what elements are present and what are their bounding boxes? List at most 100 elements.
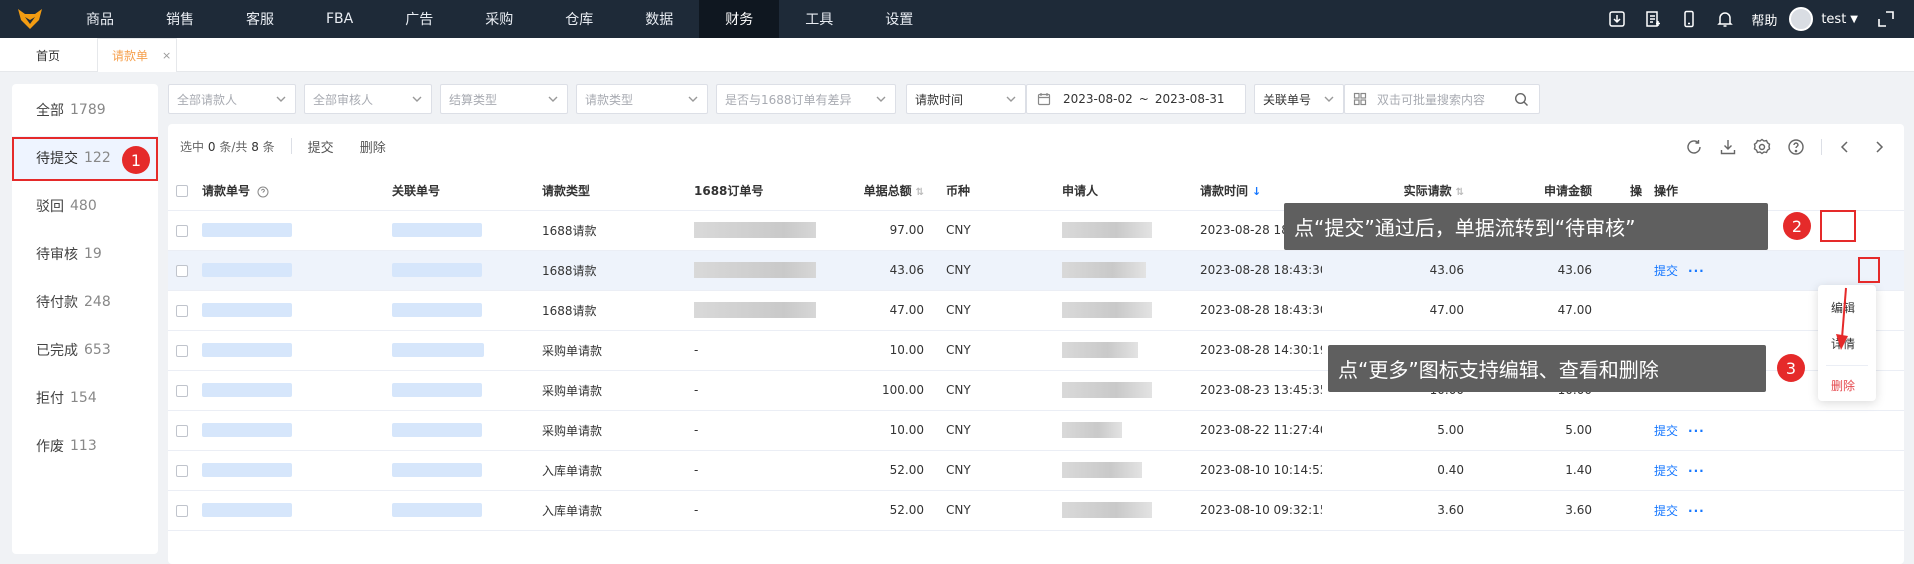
redacted-ref-no[interactable] [392,223,482,238]
redacted-ref-no[interactable] [392,423,482,438]
row-checkbox[interactable] [176,384,188,397]
search-icon[interactable] [1514,92,1529,107]
nav-item-warehouse[interactable]: 仓库 [539,0,619,38]
table-row[interactable]: 入库单请款 - 52.00 CNY 2023-08-10 10:14:52 0.40 1.4… [168,450,1904,491]
chevron-down-icon[interactable]: ▼ [1850,14,1858,25]
help-link[interactable]: 帮助 [1751,10,1777,29]
sidebar-item-refused[interactable]: 拒付 154 [12,376,158,420]
sort-icon[interactable]: ⇅ [1456,187,1464,198]
bell-icon[interactable] [1715,9,1735,29]
redacted-request-no[interactable] [202,263,292,278]
request-no-cell[interactable] [194,450,384,491]
requester-select[interactable]: 全部请款人 [168,84,296,114]
approver-select[interactable]: 全部审核人 [304,84,432,114]
more-dots-icon[interactable]: ··· [1688,264,1705,278]
submit-link[interactable]: 提交 [1654,264,1678,278]
logo-fox-icon[interactable] [0,0,60,38]
request-type-select[interactable]: 请款类型 [576,84,708,114]
select-all-checkbox[interactable] [176,185,188,198]
redacted-ref-no[interactable] [392,263,482,278]
question-icon[interactable] [257,186,269,198]
ref-no-cell[interactable] [384,490,534,531]
row-checkbox[interactable] [176,344,188,357]
redacted-request-no[interactable] [202,423,292,438]
more-dots-icon[interactable]: ··· [1688,464,1705,478]
nav-item-ads[interactable]: 广告 [379,0,459,38]
redacted-ref-no[interactable] [392,463,482,478]
sidebar-item-rejected[interactable]: 驳回 480 [12,184,158,228]
row-checkbox[interactable] [176,424,188,437]
redacted-ref-no[interactable] [392,503,482,518]
nav-item-settings[interactable]: 设置 [859,0,939,38]
nav-item-tools[interactable]: 工具 [779,0,859,38]
submit-link[interactable]: 提交 [1654,464,1678,478]
more-dots-icon[interactable]: ··· [1688,424,1705,438]
sidebar-item-void[interactable]: 作废 113 [12,424,158,468]
close-icon[interactable]: × [162,49,171,62]
ref-no-cell[interactable] [384,450,534,491]
diff-1688-select[interactable]: 是否与1688订单有差异 [716,84,896,114]
redacted-ref-no[interactable] [392,383,482,398]
refresh-icon[interactable] [1683,136,1705,158]
date-range-picker[interactable]: 2023-08-02 ~ 2023-08-31 [1026,84,1246,114]
redacted-ref-no[interactable] [392,303,482,318]
sidebar-item-pending-review[interactable]: 待审核 19 [12,232,158,276]
table-row[interactable]: 入库单请款 -52.00 CNY 2023-08-10 09:32:15 3.60 3.6… [168,490,1904,531]
request-no-cell[interactable] [194,290,384,331]
settlement-type-select[interactable]: 结算类型 [440,84,568,114]
search-input[interactable]: 双击可批量搜索内容 [1344,84,1540,114]
row-checkbox[interactable] [176,264,188,277]
row-checkbox[interactable] [176,464,188,477]
ref-no-cell[interactable] [384,250,534,291]
tab-home[interactable]: 首页 [36,38,86,72]
fullscreen-icon[interactable] [1876,9,1896,29]
table-row[interactable]: 采购单请款 -10.00 CNY 2023-08-22 11:27:40 5.00 5.0… [168,410,1904,451]
menu-item-delete[interactable]: 删除 [1831,377,1855,394]
submit-link[interactable]: 提交 [1654,504,1678,518]
ref-no-cell[interactable] [384,210,534,251]
row-checkbox[interactable] [176,304,188,317]
sort-desc-icon[interactable]: ↓ [1252,185,1261,198]
settings-icon[interactable] [1751,136,1773,158]
request-no-cell[interactable] [194,490,384,531]
row-checkbox[interactable] [176,224,188,237]
sidebar-item-completed[interactable]: 已完成 653 [12,328,158,372]
redacted-request-no[interactable] [202,383,292,398]
batch-delete-button[interactable]: 删除 [360,137,386,156]
col-total[interactable]: 单据总额 ⇅ [816,172,932,211]
sidebar-item-pending-payment[interactable]: 待付款 248 [12,280,158,324]
nav-item-service[interactable]: 客服 [220,0,300,38]
nav-item-finance[interactable]: 财务 [699,0,780,38]
ref-no-cell[interactable] [384,370,534,411]
chevron-left-icon[interactable] [1834,136,1856,158]
redacted-request-no[interactable] [202,463,292,478]
batch-grid-icon[interactable] [1353,92,1367,106]
nav-item-fba[interactable]: FBA [300,0,379,38]
redacted-ref-no[interactable] [392,343,484,358]
export-icon[interactable] [1717,136,1739,158]
chevron-right-icon[interactable] [1868,136,1890,158]
redacted-request-no[interactable] [202,303,292,318]
batch-submit-button[interactable]: 提交 [308,137,334,156]
sort-icon[interactable]: ⇅ [916,187,924,198]
row-checkbox[interactable] [176,504,188,517]
nav-item-sales[interactable]: 销售 [140,0,220,38]
redacted-request-no[interactable] [202,503,292,518]
avatar[interactable] [1789,7,1814,31]
ref-no-cell[interactable] [384,410,534,451]
ref-no-cell[interactable] [384,330,534,371]
nav-item-products[interactable]: 商品 [60,0,140,38]
more-dots-icon[interactable]: ··· [1688,504,1705,518]
request-no-cell[interactable] [194,330,384,371]
redacted-request-no[interactable] [202,223,292,238]
username[interactable]: test [1821,12,1846,27]
sidebar-item-all[interactable]: 全部 1789 [12,88,158,132]
tab-payment-request[interactable]: 请款单 × [97,38,177,72]
task-list-icon[interactable] [1643,9,1663,29]
submit-link[interactable]: 提交 [1654,424,1678,438]
help-icon[interactable] [1785,136,1807,158]
redacted-request-no[interactable] [202,343,292,358]
mobile-icon[interactable] [1679,9,1699,29]
ref-no-cell[interactable] [384,290,534,331]
table-row[interactable]: 1688请款 43.06 CNY 2023-08-28 18:43:30 43.06 43… [168,250,1904,291]
